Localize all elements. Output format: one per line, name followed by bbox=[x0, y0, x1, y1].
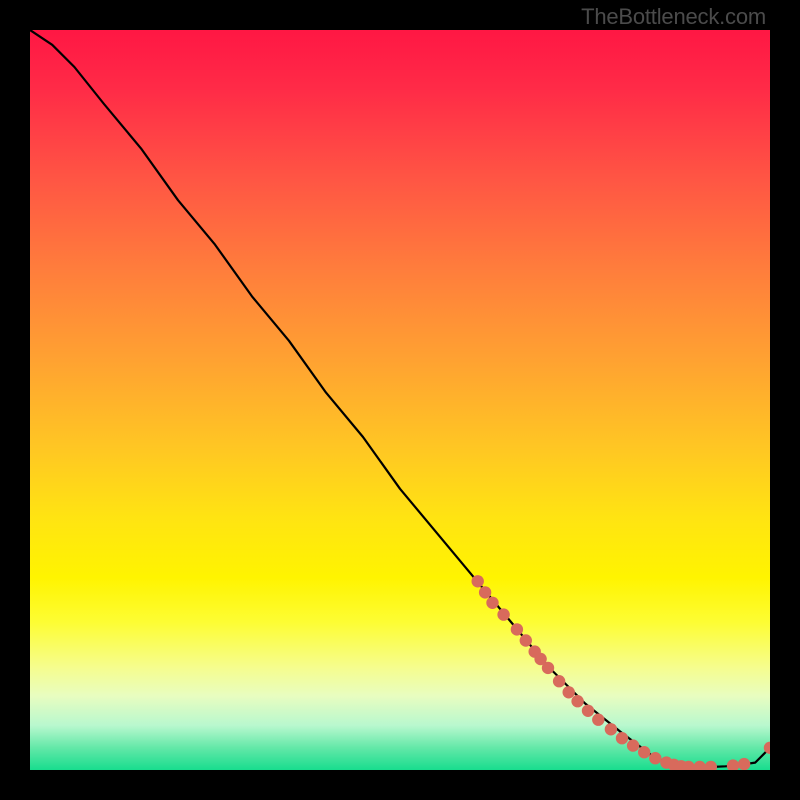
data-point bbox=[705, 761, 717, 770]
data-point bbox=[553, 675, 565, 687]
data-point bbox=[486, 597, 498, 609]
plot-area bbox=[30, 30, 770, 770]
data-point bbox=[627, 739, 639, 751]
data-point bbox=[497, 608, 509, 620]
data-point bbox=[582, 705, 594, 717]
chart-svg bbox=[30, 30, 770, 770]
marker-group bbox=[472, 575, 771, 770]
watermark-text: TheBottleneck.com bbox=[581, 4, 766, 30]
data-point bbox=[616, 732, 628, 744]
data-point bbox=[520, 634, 532, 646]
data-point bbox=[694, 761, 706, 770]
data-point bbox=[738, 758, 750, 770]
data-point bbox=[542, 662, 554, 674]
data-point bbox=[605, 723, 617, 735]
data-point bbox=[472, 575, 484, 587]
data-point bbox=[563, 686, 575, 698]
data-point bbox=[727, 759, 739, 770]
bottleneck-curve bbox=[30, 30, 770, 767]
data-point bbox=[479, 586, 491, 598]
data-point bbox=[592, 714, 604, 726]
data-point bbox=[511, 623, 523, 635]
data-point bbox=[649, 752, 661, 764]
data-point bbox=[638, 746, 650, 758]
data-point bbox=[571, 695, 583, 707]
